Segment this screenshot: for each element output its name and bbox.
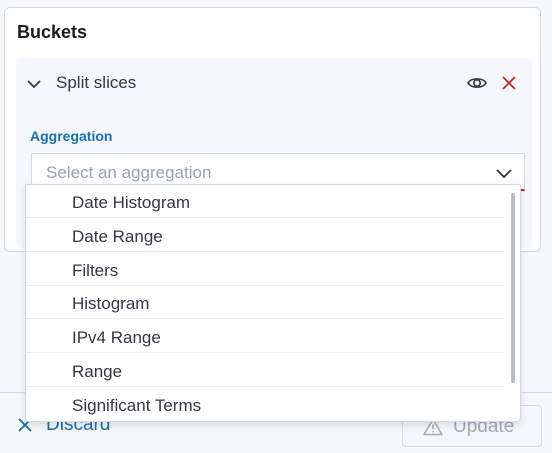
option-filters[interactable]: Filters <box>26 253 504 286</box>
aggregation-dropdown: Date Histogram Date Range Filters Histog… <box>25 184 521 422</box>
dropdown-scrollbar[interactable] <box>511 193 515 383</box>
option-date-range[interactable]: Date Range <box>26 219 504 252</box>
option-significant-terms[interactable]: Significant Terms <box>26 388 504 421</box>
option-range[interactable]: Range <box>26 354 504 387</box>
panel-title: Buckets <box>17 22 88 42</box>
aggregation-placeholder: Select an aggregation <box>46 163 212 182</box>
option-label: IPv4 Range <box>72 328 161 347</box>
chevron-down-icon[interactable] <box>494 163 514 183</box>
option-label: Significant Terms <box>72 396 202 415</box>
chevron-down-icon[interactable] <box>24 74 44 94</box>
option-label: Range <box>72 362 123 381</box>
option-label: Date Histogram <box>72 193 191 212</box>
bucket-label[interactable]: Split slices <box>56 73 136 93</box>
option-histogram[interactable]: Histogram <box>26 286 504 319</box>
option-ipv4-range[interactable]: IPv4 Range <box>26 320 504 353</box>
aggregation-label: Aggregation <box>30 128 113 144</box>
option-label: Filters <box>72 261 119 280</box>
bucket-header: Split slices <box>16 58 532 108</box>
option-label: Date Range <box>72 227 163 246</box>
option-date-histogram[interactable]: Date Histogram <box>26 185 504 218</box>
close-icon[interactable] <box>498 72 520 94</box>
eye-icon[interactable] <box>466 72 488 94</box>
option-label: Histogram <box>72 294 150 313</box>
